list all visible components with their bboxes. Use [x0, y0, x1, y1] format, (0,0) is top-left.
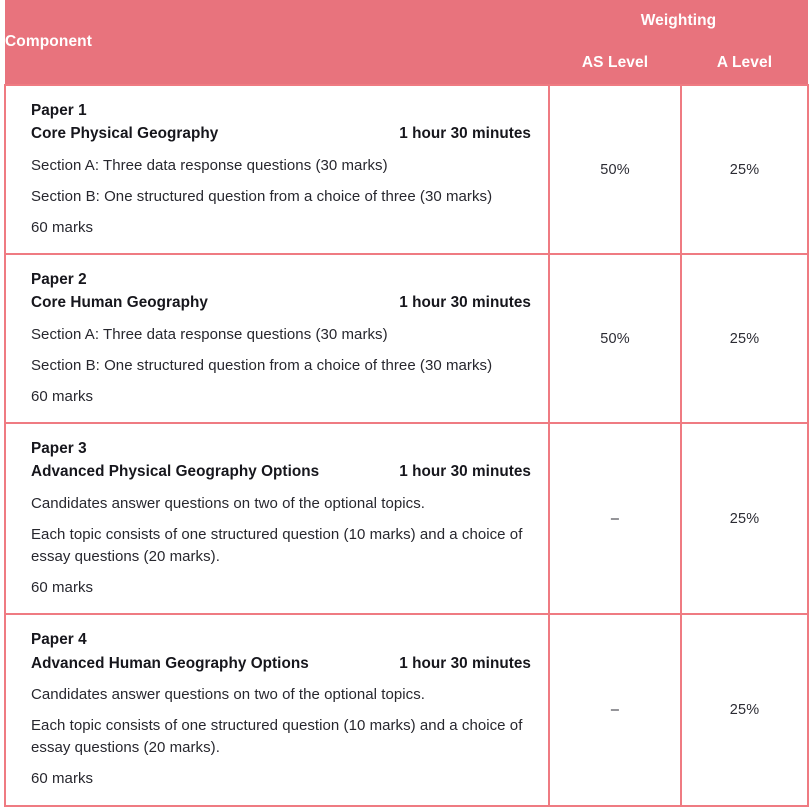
- column-header-weighting: Weighting: [549, 0, 808, 42]
- paper-title-row: Advanced Human Geography Options 1 hour 3…: [31, 652, 534, 675]
- paper-detail-line: Each topic consists of one structured qu…: [31, 525, 523, 565]
- paper-detail-line: 60 marks: [31, 387, 94, 405]
- paper-detail-line: 60 marks: [31, 579, 94, 597]
- component-cell: Paper 4 Advanced Human Geography Options 1…: [4, 613, 550, 807]
- paper-detail-line: Section B: One structured question from …: [31, 356, 493, 374]
- paper-duration: 1 hour 30 minutes: [399, 294, 531, 312]
- paper-detail-line: 60 marks: [31, 770, 94, 788]
- paper-title: Advanced Physical Geography Options: [31, 463, 320, 481]
- table-header-row-primary: Component Weighting: [5, 0, 808, 85]
- table-row: Paper 3 Advanced Physical Geography Optio…: [4, 422, 809, 616]
- paper-detail-line: Candidates answer questions on two of th…: [31, 494, 425, 512]
- paper-detail-line: Section B: One structured question from …: [31, 187, 493, 205]
- as-level-weight-cell: 50%: [548, 83, 682, 256]
- assessment-overview-table: Component Weighting AS Level A Level Pap…: [4, 0, 809, 807]
- paper-detail-line: Section A: Three data response questions…: [31, 156, 388, 174]
- as-level-weight-cell: –: [548, 613, 682, 807]
- paper-title-row: Advanced Physical Geography Options 1 hou…: [31, 460, 534, 483]
- paper-title-row: Core Physical Geography 1 hour 30 minutes: [31, 122, 534, 145]
- paper-duration: 1 hour 30 minutes: [399, 654, 531, 672]
- paper-detail-line: 60 marks: [31, 218, 94, 236]
- as-level-weight-cell: –: [548, 422, 682, 616]
- paper-label: Paper 2: [31, 271, 87, 289]
- column-header-a-level: A Level: [681, 42, 808, 85]
- paper-title: Core Physical Geography: [31, 125, 219, 143]
- paper-detail-line: Section A: Three data response questions…: [31, 325, 388, 343]
- paper-duration: 1 hour 30 minutes: [399, 463, 531, 481]
- table-row: Paper 4 Advanced Human Geography Options 1…: [4, 613, 809, 807]
- table-header: Component Weighting AS Level A Level: [5, 0, 808, 85]
- paper-detail-line: Each topic consists of one structured qu…: [31, 717, 523, 757]
- paper-label: Paper 4: [31, 631, 87, 649]
- component-cell: Paper 2 Core Human Geography 1 hour 30 min…: [4, 253, 550, 425]
- paper-label: Paper 1: [31, 102, 87, 119]
- paper-label: Paper 3: [31, 440, 87, 458]
- column-header-as-level: AS Level: [549, 42, 681, 85]
- component-cell: Paper 3 Advanced Physical Geography Optio…: [4, 422, 550, 616]
- as-level-weight-cell: 50%: [548, 253, 682, 425]
- table-row: Paper 1 Core Physical Geography 1 hour 30 …: [4, 83, 809, 256]
- table-row: Paper 2 Core Human Geography 1 hour 30 min…: [4, 253, 809, 425]
- component-cell: Paper 1 Core Physical Geography 1 hour 30 …: [4, 83, 550, 256]
- paper-title: Core Human Geography: [31, 294, 208, 312]
- a-level-weight-cell: 25%: [680, 83, 809, 256]
- paper-title-row: Core Human Geography 1 hour 30 minutes: [31, 291, 534, 314]
- paper-duration: 1 hour 30 minutes: [399, 125, 531, 143]
- column-header-component: Component: [5, 0, 549, 85]
- table-body: Paper 1 Core Physical Geography 1 hour 30 …: [4, 83, 809, 807]
- a-level-weight-cell: 25%: [680, 613, 809, 807]
- a-level-weight-cell: 25%: [680, 422, 809, 616]
- a-level-weight-cell: 25%: [680, 253, 809, 425]
- paper-title: Advanced Human Geography Options: [31, 654, 309, 672]
